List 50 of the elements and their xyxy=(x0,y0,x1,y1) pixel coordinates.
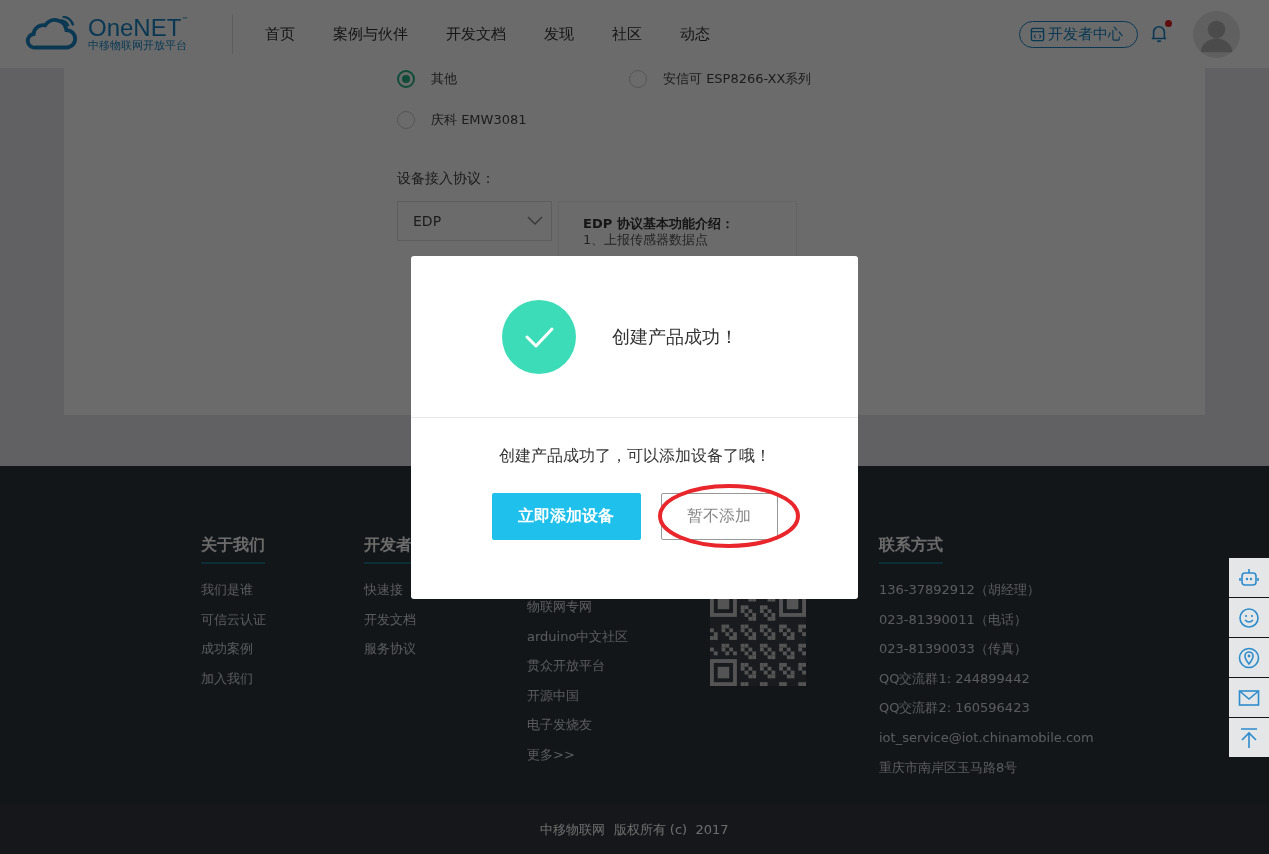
robot-button[interactable] xyxy=(1229,558,1269,597)
protocol-select[interactable]: EDP xyxy=(397,201,552,241)
radio-option[interactable]: 安信可 ESP8266-XX系列 xyxy=(629,68,929,90)
footer-link[interactable]: 服务协议 xyxy=(364,634,527,664)
contact-text: 重庆市南岸区玉马路8号 xyxy=(879,758,1019,777)
nav-link[interactable]: 动态 xyxy=(680,24,710,44)
contact-text: 136-37892912（胡经理） xyxy=(879,581,1041,599)
user-avatar[interactable] xyxy=(1193,10,1240,58)
footer-link[interactable]: 开发文档 xyxy=(364,604,527,635)
smiley-icon xyxy=(1237,605,1261,630)
info-title: EDP 协议基本功能介绍： xyxy=(583,216,735,232)
location-pin-button[interactable] xyxy=(1229,638,1269,677)
footer-link[interactable]: 开源中国 xyxy=(527,680,710,711)
add-device-button[interactable]: 立即添加设备 xyxy=(491,493,641,540)
footer-link[interactable]: 贯众开放平台 xyxy=(527,651,710,681)
nav-link[interactable]: 发现 xyxy=(544,24,574,44)
mail-button[interactable] xyxy=(1229,678,1269,717)
copyright-text: 中移物联网 版权所有 (c) 2017 xyxy=(540,820,729,839)
footer-link[interactable]: 可信云认证 xyxy=(201,604,364,635)
contact-text: QQ交流群2: 160596423 xyxy=(879,699,1031,718)
nav-link[interactable]: 首页 xyxy=(265,24,295,44)
bell-icon[interactable] xyxy=(1150,23,1168,45)
contact-text: QQ交流群1: 244899442 xyxy=(879,669,1031,688)
developer-center-button[interactable]: 开发者中心 xyxy=(1019,20,1138,48)
info-text: 1、上报传感器数据点 xyxy=(583,232,710,247)
field-label: 设备接入协议： xyxy=(397,170,496,188)
footer-link[interactable]: 电子发烧友 xyxy=(527,710,710,740)
back-to-top-button[interactable] xyxy=(1229,718,1269,757)
nav-link[interactable]: 案例与伙伴 xyxy=(333,24,408,44)
dialog-message: 创建产品成功了，可以添加设备了哦！ xyxy=(498,446,771,467)
smiley-button[interactable] xyxy=(1229,598,1269,637)
radio-option[interactable]: 其他 xyxy=(397,68,629,90)
logo-wordmark: OneNET xyxy=(88,16,182,40)
dialog-title: 创建产品成功！ xyxy=(611,324,738,349)
code-window-icon xyxy=(1030,26,1045,42)
location-pin-icon xyxy=(1237,645,1261,670)
success-check-icon xyxy=(501,299,576,374)
footer-heading: 关于我们 xyxy=(201,534,265,564)
skip-button[interactable]: 暂不添加 xyxy=(660,493,778,540)
footer-link[interactable]: 成功案例 xyxy=(201,634,364,664)
contact-text: 023-81390011（电话） xyxy=(879,610,1028,629)
logo-subtitle: 中移物联网开放平台 xyxy=(88,40,188,52)
radio-option[interactable]: 庆科 EMW3081 xyxy=(397,109,629,131)
contact-text: iot_service@iot.chinamobile.com xyxy=(879,728,1095,747)
nav-link[interactable]: 社区 xyxy=(612,24,642,44)
chevron-down-icon xyxy=(527,216,543,226)
nav-link[interactable]: 开发文档 xyxy=(446,24,506,44)
footer-link[interactable]: arduino中文社区 xyxy=(527,621,710,652)
footer-link[interactable]: 更多>> xyxy=(527,739,710,770)
footer-heading: 联系方式 xyxy=(879,534,943,564)
